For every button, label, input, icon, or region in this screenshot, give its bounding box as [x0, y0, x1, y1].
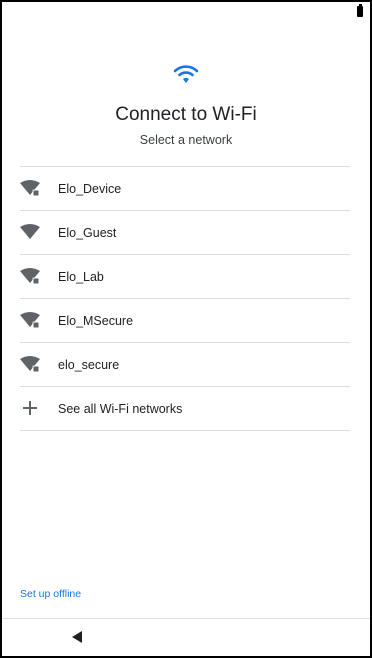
wifi-icon	[20, 224, 40, 239]
set-up-offline-link[interactable]: Set up offline	[20, 588, 81, 600]
network-name: Elo_Guest	[58, 225, 117, 240]
wifi-locked-icon	[20, 180, 40, 197]
wifi-locked-icon	[20, 356, 40, 373]
page-title: Connect to Wi-Fi	[115, 104, 257, 125]
network-name: Elo_MSecure	[58, 313, 134, 328]
network-item-elo-secure[interactable]: elo_secure	[20, 343, 350, 387]
back-triangle-icon[interactable]	[72, 631, 82, 643]
wifi-header-icon	[2, 64, 370, 84]
page-subtitle: Select a network	[139, 133, 233, 147]
network-item-elo-msecure[interactable]: Elo_MSecure	[20, 299, 350, 343]
wifi-locked-icon	[20, 268, 40, 285]
network-name: Elo_Device	[58, 181, 122, 196]
battery-icon	[357, 4, 363, 17]
see-all-networks-button[interactable]: See all Wi-Fi networks	[20, 387, 350, 431]
network-list: Elo_Device Elo_Guest Elo_Lab Elo_MSecure	[20, 166, 350, 431]
network-name: Elo_Lab	[58, 269, 104, 284]
wifi-locked-icon	[20, 312, 40, 329]
see-all-label: See all Wi-Fi networks	[58, 401, 183, 416]
status-bar	[2, 2, 370, 22]
setup-screen: Connect to Wi-Fi Select a network Elo_De…	[0, 0, 372, 658]
network-item-elo-device[interactable]: Elo_Device	[20, 167, 350, 211]
navigation-bar	[2, 618, 370, 656]
network-item-elo-lab[interactable]: Elo_Lab	[20, 255, 350, 299]
plus-icon	[23, 401, 37, 415]
network-item-elo-guest[interactable]: Elo_Guest	[20, 211, 350, 255]
network-name: elo_secure	[58, 357, 120, 372]
